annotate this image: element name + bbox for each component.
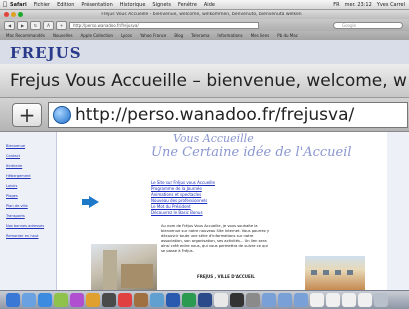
menubar:  Safari Fichier Edition Présentation Hi… (0, 0, 409, 10)
itunes-icon[interactable] (70, 293, 84, 307)
page-header-line1: Vous Accueille (173, 132, 254, 145)
trash-icon[interactable] (374, 293, 388, 307)
arrow-right-icon (89, 196, 99, 208)
page-link[interactable]: Le Mot du Président (151, 204, 215, 209)
sidebar-link[interactable]: Plan de ville (6, 204, 40, 208)
sidebar-link[interactable]: Loisirs (6, 184, 40, 188)
sidebar-link[interactable]: Nos bonnes adresses (6, 224, 44, 228)
address-field[interactable]: http://perso.wanadoo.fr/frejusva/ (48, 101, 408, 128)
calendar-icon[interactable] (118, 293, 132, 307)
back-button[interactable]: ◀ (4, 20, 15, 30)
menu-safari[interactable]: Safari (10, 2, 27, 8)
mini-search-field[interactable]: Google (333, 21, 403, 29)
bookmark-item[interactable]: Yahoo France (140, 33, 166, 38)
ichat-icon[interactable] (54, 293, 68, 307)
bookmark-item[interactable]: Informations (217, 33, 242, 38)
menu-historique[interactable]: Historique (120, 2, 146, 8)
bookmark-item[interactable]: Telerama (191, 33, 209, 38)
main-content: Vous Accueille Une Certaine idée de l'Ac… (56, 132, 387, 290)
sidebar-link[interactable]: Hébergement (6, 174, 40, 178)
apple-menu-icon[interactable]:  (0, 1, 10, 8)
textedit-icon[interactable] (214, 293, 228, 307)
menu-fichier[interactable]: Fichier (34, 2, 50, 8)
folder-icon[interactable] (262, 293, 276, 307)
clock[interactable]: mer. 23:12 (345, 2, 372, 8)
cathedral-photo (91, 244, 157, 290)
zoomed-toolbar: + http://perso.wanadoo.fr/frejusva/ (0, 98, 409, 132)
mini-window-titlebar: Frejus Vous Accueille - bienvenue, welco… (0, 10, 409, 19)
page-link[interactable]: Découvrez le Basic Bonus (151, 210, 215, 215)
sidebar-link[interactable]: Contact (6, 154, 40, 158)
address-book-icon[interactable] (134, 293, 148, 307)
close-button[interactable] (4, 12, 9, 17)
add-bookmark-button[interactable]: + (56, 20, 67, 30)
page-header-line2: Une Certaine idée de l'Accueil (151, 145, 352, 160)
site-sidebar: Bienvenue Contact Itinéraire Hébergement… (6, 144, 44, 238)
sidebar-link[interactable]: Itinéraire (6, 164, 40, 168)
dock (0, 290, 409, 309)
add-bookmark-button[interactable]: + (12, 102, 42, 127)
page-link[interactable]: Animations et spectacles (151, 192, 215, 197)
globe-icon (53, 105, 71, 124)
menu-fenetre[interactable]: Fenêtre (178, 2, 197, 8)
document-icon[interactable] (342, 293, 356, 307)
sidebar-link[interactable]: Transports (6, 214, 40, 218)
town-photo (305, 256, 365, 290)
document-icon[interactable] (310, 293, 324, 307)
bookmark-item[interactable]: Pb du Mac (277, 33, 298, 38)
menu-signets[interactable]: Signets (152, 2, 171, 8)
web-page: Bienvenue Contact Itinéraire Hébergement… (0, 132, 409, 290)
input-menu[interactable]: FR (333, 2, 339, 8)
safari-icon[interactable] (38, 293, 52, 307)
zoom-button[interactable] (18, 12, 23, 17)
photoshop-icon[interactable] (198, 293, 212, 307)
menubar-status: FR mer. 23:12 Yves Carrel (333, 2, 409, 8)
site-logo: FREJUS (10, 44, 82, 62)
address-text: http://perso.wanadoo.fr/frejusva/ (75, 104, 355, 125)
sidebar-link[interactable]: Bienvenue (6, 144, 40, 148)
bookmarks-bar: Mac Recommandés Nouvelles Apple Collecti… (0, 31, 409, 40)
folder-icon[interactable] (294, 293, 308, 307)
reload-button[interactable]: ↻ (30, 20, 41, 30)
sidebar-link[interactable]: Plages (6, 194, 40, 198)
bookmark-item[interactable]: Blog (174, 33, 183, 38)
bookmark-item[interactable]: Nouvelles (53, 33, 73, 38)
document-icon[interactable] (358, 293, 372, 307)
bookmark-item[interactable]: Apple Collection (81, 33, 113, 38)
minimize-button[interactable] (11, 12, 16, 17)
mini-toolbar: ◀ ▶ ↻ A + http://perso.wanadoo.fr/frejus… (0, 19, 409, 31)
page-links: Le Site sur Fréjus vous Accueille Progra… (151, 180, 215, 215)
window-controls (0, 12, 64, 17)
document-icon[interactable] (326, 293, 340, 307)
text-size-button[interactable]: A (43, 20, 54, 30)
bookmark-item[interactable]: Lycos (121, 33, 132, 38)
folder-icon[interactable] (278, 293, 292, 307)
bookmark-item[interactable]: Mes liens (251, 33, 270, 38)
page-link[interactable]: Le Site sur Fréjus vous Accueille (151, 180, 215, 185)
mini-address-field[interactable]: http://perso.wanadoo.fr/frejusva/ (69, 21, 259, 29)
imovie-icon[interactable] (102, 293, 116, 307)
menu-edition[interactable]: Edition (57, 2, 74, 8)
menu-presentation[interactable]: Présentation (81, 2, 112, 8)
user-name[interactable]: Yves Carrel (377, 2, 405, 8)
photo-caption: FREJUS , VILLE D'ACCUEIL (197, 274, 255, 279)
mini-window-title: Frejus Vous Accueille - bienvenue, welco… (101, 12, 302, 17)
excel-icon[interactable] (182, 293, 196, 307)
sidebar-link[interactable]: Remonter en haut (6, 234, 40, 238)
page-link[interactable]: Programme de la Journée (151, 186, 215, 191)
bookmark-item[interactable]: Mac Recommandés (6, 33, 45, 38)
word-icon[interactable] (166, 293, 180, 307)
mail-icon[interactable] (22, 293, 36, 307)
iphoto-icon[interactable] (86, 293, 100, 307)
forward-button[interactable]: ▶ (17, 20, 28, 30)
terminal-icon[interactable] (230, 293, 244, 307)
welcome-paragraph: Au nom de Fréjus Vous Accueille, je vous… (161, 224, 270, 253)
page-link[interactable]: Nouveau des professionnels (151, 198, 215, 203)
system-prefs-icon[interactable] (246, 293, 260, 307)
zoomed-window-title: Frejus Vous Accueille – bienvenue, welco… (0, 64, 409, 98)
menu-aide[interactable]: Aide (204, 2, 215, 8)
preview-icon[interactable] (150, 293, 164, 307)
finder-icon[interactable] (6, 293, 20, 307)
